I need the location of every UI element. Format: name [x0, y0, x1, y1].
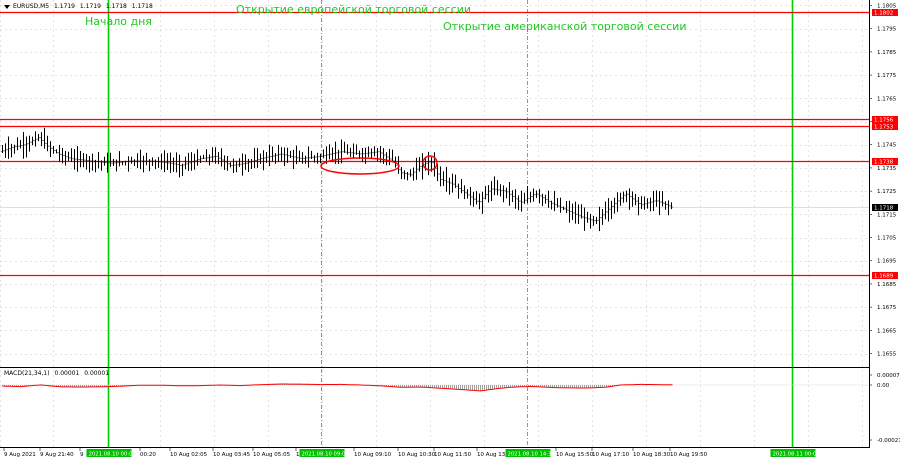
- us-session-label: Открытие американской торговой сессии: [443, 20, 687, 33]
- time-tick-label: 10 Aug 02:05: [170, 452, 208, 458]
- symbol-low: 1.1718: [105, 3, 127, 10]
- time-tick-label: 10 Aug 09:10: [354, 452, 392, 458]
- time-tick-label: 9 Aug 21:40: [40, 452, 74, 458]
- time-tick-label: 00:20: [140, 452, 156, 458]
- level-price-label: 1.1689: [874, 274, 894, 280]
- symbol-open: 1.1719: [54, 3, 75, 10]
- symbol-close: 1.1718: [131, 3, 153, 10]
- macd-value-1: 0.00001: [54, 370, 80, 377]
- macd-tick-label: -0.00027: [877, 438, 900, 444]
- level-price-label: 1.1738: [874, 160, 894, 166]
- price-tick-label: 1.1735: [877, 166, 897, 172]
- symbol-high: 1.1719: [79, 3, 101, 10]
- time-tick-label: 10 Aug 15:50: [556, 452, 594, 458]
- price-tick-label: 1.1795: [877, 27, 897, 33]
- current-price-label: 1.1718: [874, 206, 894, 212]
- day-start-label: Начало дня: [85, 15, 152, 28]
- price-tick-label: 1.1675: [877, 305, 897, 311]
- price-tick-label: 1.1785: [877, 50, 897, 56]
- macd-tick-label: 0.00007: [877, 373, 900, 379]
- macd-label: MACD(21,34,1): [4, 370, 50, 377]
- price-tick-label: 1.1745: [877, 143, 897, 149]
- symbol-name: EURUSD,M5: [13, 3, 50, 10]
- time-tick-label: 10 Aug 17:10: [592, 452, 630, 458]
- price-tick-label: 1.1695: [877, 259, 897, 265]
- macd-value-2: 0.00001: [84, 370, 110, 377]
- time-tick-label: 10 Aug 13:: [477, 452, 507, 458]
- price-tick-label: 1.1705: [877, 236, 897, 242]
- level-price-label: 1.1753: [874, 125, 894, 131]
- price-tick-label: 1.1715: [877, 212, 897, 218]
- time-tick-label: 10 Aug 18:30: [633, 452, 671, 458]
- price-chart[interactable]: 1.18051.17951.17851.17751.17651.17551.17…: [0, 0, 900, 460]
- time-tick-label: 9: [80, 452, 84, 458]
- symbol-menu-icon[interactable]: [4, 4, 10, 9]
- price-tick-label: 1.1685: [877, 282, 897, 288]
- price-tick-label: 1.1655: [877, 352, 897, 358]
- price-tick-label: 1.1805: [877, 3, 897, 9]
- eu-session-label: Открытие европейской торговой сессии: [236, 3, 472, 16]
- price-tick-label: 1.1665: [877, 328, 897, 334]
- time-tick-label: 9 Aug 2021: [4, 452, 36, 458]
- macd-tick-label: 0.00: [877, 383, 890, 389]
- level-price-label: 1.1802: [874, 11, 893, 17]
- time-tick-label: 10 Aug 11:50: [434, 452, 472, 458]
- price-tick-label: 1.1765: [877, 96, 897, 102]
- session-time-label: 2021.08.11 00:00: [773, 452, 821, 458]
- time-tick-label: 10 Aug 03:45: [213, 452, 251, 458]
- price-tick-label: 1.1725: [877, 189, 897, 195]
- session-time-label: 2021.08.10 09:00: [302, 452, 350, 458]
- time-tick-label: 10 Aug 05:05: [253, 452, 291, 458]
- level-price-label: 1.1756: [874, 118, 894, 124]
- symbol-header: EURUSD,M5 1.1719 1.1719 1.1718 1.1718: [4, 3, 156, 10]
- session-time-label: 2021.08.10 00:00: [89, 452, 137, 458]
- time-tick-label: 10 Aug 10:30: [398, 452, 436, 458]
- time-tick-label: 10 Aug 19:50: [670, 452, 708, 458]
- session-time-label: 2021.08.10 14:30: [508, 452, 556, 458]
- price-tick-label: 1.1775: [877, 73, 897, 79]
- macd-header: MACD(21,34,1) 0.00001 0.00001: [4, 370, 112, 377]
